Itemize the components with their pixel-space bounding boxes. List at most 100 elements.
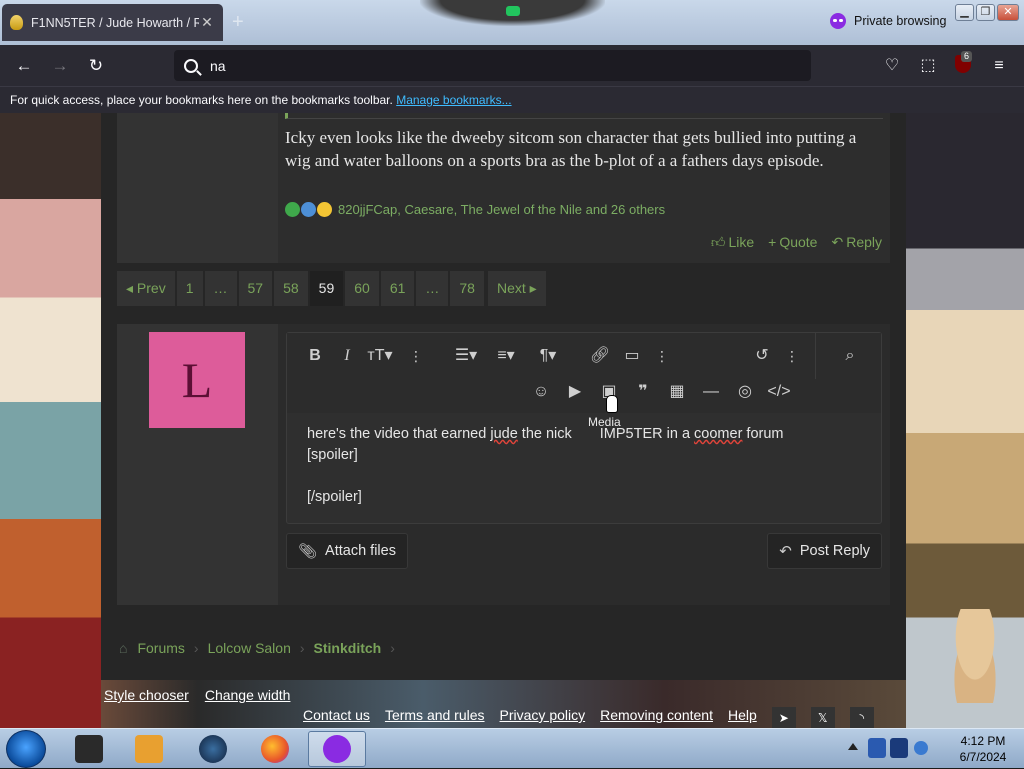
page-current[interactable]: 59 xyxy=(309,271,344,306)
forward-icon[interactable]: → xyxy=(47,53,73,79)
text-size-icon[interactable]: тT▾ xyxy=(362,345,398,367)
page-prev-button[interactable]: ◂ Prev xyxy=(117,271,175,306)
page-link[interactable]: 1 xyxy=(176,271,203,306)
firefox-icon xyxy=(261,735,289,763)
private-browsing-indicator: Private browsing xyxy=(830,13,946,29)
reaction-names[interactable]: 820jjFCap, Caesare, The Jewel of the Nil… xyxy=(338,202,665,217)
like-button[interactable]: 👍︎ Like xyxy=(711,234,754,251)
reply-button[interactable]: ↶ Reply xyxy=(831,234,882,251)
privacy-link[interactable]: Privacy policy xyxy=(500,707,586,728)
pagination: ◂ Prev 1 … 57 58 59 60 61 … 78 Next ▸ xyxy=(117,271,546,306)
globe-icon xyxy=(199,735,227,763)
quick-reply: L B I тT▾ ⋮ ☰▾ ≡▾ ¶▾ 🔗︎ ▭ ⋮ ↺ ⋮ ⌕ ☺ ▶ ▣ … xyxy=(117,324,890,605)
clock[interactable]: 4:12 PM 6/7/2024 xyxy=(948,733,1018,765)
vpn-icon[interactable] xyxy=(890,738,908,758)
private-browsing-label: Private browsing xyxy=(854,14,947,28)
page-link[interactable]: 57 xyxy=(238,271,273,306)
page-link[interactable]: 58 xyxy=(274,271,308,306)
previous-post: Icky even looks like the dweeby sitcom s… xyxy=(117,113,890,263)
close-window-icon[interactable]: ✕ xyxy=(997,4,1019,21)
post-user-column xyxy=(117,113,278,263)
bold-icon[interactable]: B xyxy=(302,345,328,367)
reply-arrow-icon: ↶ xyxy=(831,234,844,250)
italic-icon[interactable]: I xyxy=(334,345,360,367)
browser-titlebar: F1NN5TER / Jude Howarth / Ro ✕ + Private… xyxy=(0,0,1024,45)
reactions-bar[interactable]: 820jjFCap, Caesare, The Jewel of the Nil… xyxy=(285,202,665,217)
horizontal-line-icon[interactable]: — xyxy=(698,381,724,403)
minimize-icon[interactable]: ▁ xyxy=(955,4,974,21)
maximize-icon[interactable]: ❐ xyxy=(976,4,995,21)
paragraph-icon[interactable]: ¶▾ xyxy=(531,345,565,367)
new-tab-icon[interactable]: + xyxy=(232,11,244,34)
page-ellipsis[interactable]: … xyxy=(416,271,449,306)
align-icon[interactable]: ≡▾ xyxy=(489,345,523,367)
manage-bookmarks-link[interactable]: Manage bookmarks... xyxy=(396,93,511,107)
rss-icon[interactable]: ◝ xyxy=(849,707,874,728)
plus-icon: + xyxy=(768,234,777,250)
editor-blank-line xyxy=(307,466,867,487)
editor-content[interactable]: here's the video that earned jude the ni… xyxy=(307,424,867,508)
image-icon[interactable]: ▭ xyxy=(619,345,645,367)
breadcrumb-item[interactable]: Lolcow Salon xyxy=(208,640,291,656)
change-width-link[interactable]: Change width xyxy=(205,687,291,703)
spoiler-icon[interactable]: ◎ xyxy=(732,381,758,403)
taskbar-app[interactable] xyxy=(246,731,304,767)
help-link[interactable]: Help xyxy=(728,707,757,728)
avatar[interactable]: L xyxy=(149,332,245,428)
rich-text-editor: B I тT▾ ⋮ ☰▾ ≡▾ ¶▾ 🔗︎ ▭ ⋮ ↺ ⋮ ⌕ ☺ ▶ ▣ ❞ … xyxy=(286,332,882,524)
quote-button[interactable]: + Quote xyxy=(768,234,817,251)
list-icon[interactable]: ☰▾ xyxy=(449,345,483,367)
page-link[interactable]: 60 xyxy=(345,271,379,306)
terms-link[interactable]: Terms and rules xyxy=(385,707,485,728)
more-text-options-icon[interactable]: ⋮ xyxy=(409,345,423,367)
page-next-button[interactable]: Next ▸ xyxy=(487,271,546,306)
url-bar[interactable]: na xyxy=(174,50,811,81)
url-input[interactable]: na xyxy=(210,58,226,74)
more-insert-options-icon[interactable]: ⋮ xyxy=(655,345,669,367)
start-button[interactable] xyxy=(6,730,46,768)
tab-active[interactable]: F1NN5TER / Jude Howarth / Ro ✕ xyxy=(2,4,223,41)
contact-us-link[interactable]: Contact us xyxy=(303,707,370,728)
table-icon[interactable]: ▦ xyxy=(664,381,690,403)
back-icon[interactable]: ← xyxy=(11,53,37,79)
reply-arrow-icon: ↶ xyxy=(779,543,792,560)
video-icon[interactable]: ▶ xyxy=(562,381,588,403)
preview-icon[interactable]: ⌕ xyxy=(837,345,863,367)
shield-icon[interactable] xyxy=(868,738,886,758)
taskbar-app[interactable] xyxy=(60,731,118,767)
style-chooser-link[interactable]: Style chooser xyxy=(104,687,189,703)
telegram-icon[interactable]: ➤ xyxy=(771,707,796,728)
ublock-badge: 6 xyxy=(961,51,973,62)
footer-row-2: Contact us Terms and rules Privacy polic… xyxy=(303,707,874,728)
reply-main-column: B I тT▾ ⋮ ☰▾ ≡▾ ¶▾ 🔗︎ ▭ ⋮ ↺ ⋮ ⌕ ☺ ▶ ▣ ❞ … xyxy=(278,324,890,605)
attach-files-button[interactable]: 📎︎ Attach files xyxy=(286,533,408,569)
page-link[interactable]: 61 xyxy=(380,271,415,306)
pocket-icon[interactable]: ♡ xyxy=(879,53,905,79)
removing-content-link[interactable]: Removing content xyxy=(600,707,713,728)
breadcrumb-item[interactable]: Forums xyxy=(137,640,184,656)
page-link[interactable]: 78 xyxy=(450,271,484,306)
taskbar-app[interactable] xyxy=(120,731,178,767)
code-icon[interactable]: </> xyxy=(766,381,792,403)
quote-icon[interactable]: ❞ xyxy=(630,381,656,403)
tab-close-icon[interactable]: ✕ xyxy=(199,14,215,31)
network-icon[interactable] xyxy=(914,741,928,755)
taskbar-app[interactable] xyxy=(184,731,242,767)
menu-icon[interactable]: ≡ xyxy=(986,53,1012,79)
taskbar-app-active[interactable] xyxy=(308,731,366,767)
breadcrumb-item-current[interactable]: Stinkditch xyxy=(314,640,382,656)
breadcrumb: ⌂ Forums › Lolcow Salon › Stinkditch › xyxy=(119,640,404,656)
x-icon[interactable]: 𝕏 xyxy=(810,707,835,728)
page-ellipsis[interactable]: … xyxy=(204,271,237,306)
post-actions: 👍︎ Like + Quote ↶ Reply xyxy=(711,234,882,251)
reload-icon[interactable]: ↻ xyxy=(83,53,109,79)
smilie-icon[interactable]: ☺ xyxy=(528,381,554,403)
more-options-icon[interactable]: ⋮ xyxy=(785,345,799,367)
clock-time: 4:12 PM xyxy=(960,734,1006,748)
home-icon[interactable]: ⌂ xyxy=(119,640,127,656)
post-reply-button[interactable]: ↶ Post Reply xyxy=(767,533,882,569)
undo-icon[interactable]: ↺ xyxy=(749,345,775,367)
show-hidden-icons-icon[interactable] xyxy=(848,743,858,750)
link-icon[interactable]: 🔗︎ xyxy=(587,345,613,367)
extensions-icon[interactable]: ⬚ xyxy=(915,53,941,79)
